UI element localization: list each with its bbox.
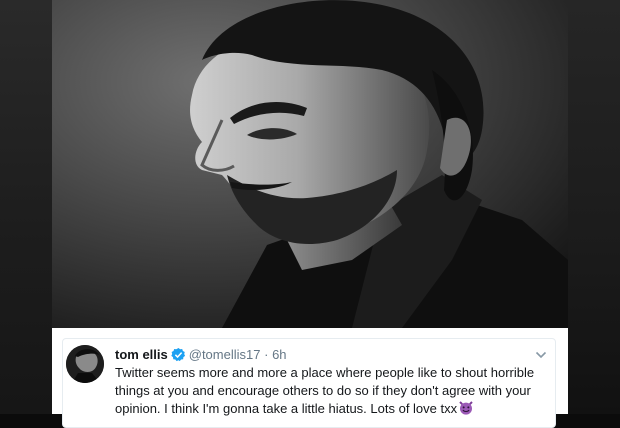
chevron-down-icon[interactable] xyxy=(535,347,547,365)
separator-dot: · xyxy=(264,347,269,362)
background-blur-left xyxy=(0,0,52,414)
smiling-face-with-horns-icon xyxy=(458,400,474,421)
avatar[interactable] xyxy=(66,345,104,383)
tweet-panel: tom ellis @tomellis17 · 6h Twitter seems … xyxy=(52,328,568,428)
background-blur-right xyxy=(568,0,620,414)
tweet-timestamp[interactable]: 6h xyxy=(272,347,286,362)
user-handle[interactable]: @tomellis17 xyxy=(189,347,261,362)
tweet-text: Twitter seems more and more a place wher… xyxy=(115,364,551,421)
tweet-card[interactable]: tom ellis @tomellis17 · 6h Twitter seems … xyxy=(62,338,556,428)
display-name[interactable]: tom ellis xyxy=(115,347,168,362)
portrait-photo xyxy=(52,0,568,328)
